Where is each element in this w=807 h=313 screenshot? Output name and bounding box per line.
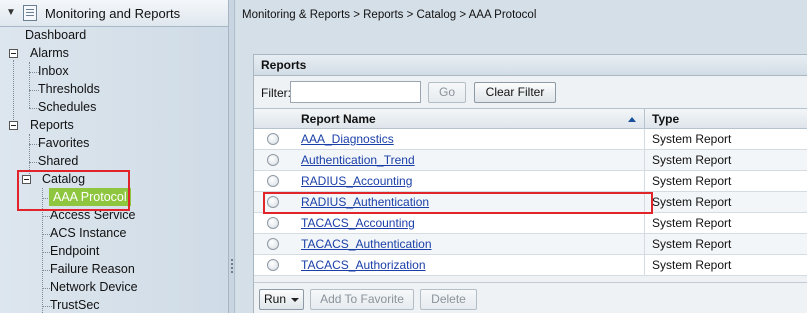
catalog-highlight-box — [17, 170, 130, 211]
row-radio[interactable] — [267, 238, 279, 250]
column-divider — [644, 234, 645, 254]
report-name-link[interactable]: RADIUS_Accounting — [301, 174, 412, 188]
row-radio[interactable] — [267, 175, 279, 187]
tree-line — [29, 62, 30, 108]
report-name-link[interactable]: AAA_Diagnostics — [301, 132, 394, 146]
collapse-triangle-icon[interactable]: ▼ — [6, 7, 16, 18]
column-divider — [644, 213, 645, 233]
run-label: Run — [263, 292, 286, 306]
tree-item-trustsec[interactable]: TrustSec — [50, 296, 100, 313]
splitter-grip-icon[interactable] — [231, 259, 233, 273]
column-divider — [644, 150, 645, 170]
tree-item-reports[interactable]: Reports — [30, 116, 74, 134]
delete-button[interactable]: Delete — [420, 289, 477, 310]
report-name-link[interactable]: TACACS_Authorization — [301, 258, 426, 272]
table-row[interactable]: TACACS_Authorization System Report — [254, 255, 807, 276]
table-row[interactable]: RADIUS_Accounting System Report — [254, 171, 807, 192]
report-type: System Report — [652, 195, 732, 209]
navigation-drawer: ▼ Monitoring and Reports Dashboard Alarm… — [0, 0, 229, 313]
sort-ascending-icon[interactable] — [628, 117, 636, 122]
row-highlight-box — [263, 192, 653, 214]
report-type: System Report — [652, 216, 732, 230]
tree-line — [13, 60, 14, 120]
row-radio[interactable] — [267, 217, 279, 229]
column-divider — [644, 129, 645, 149]
action-bar: Run Add To Favorite Delete — [254, 282, 807, 313]
panel-title: Reports — [254, 55, 807, 76]
main-content: Monitoring & Reports > Reports > Catalog… — [236, 0, 807, 313]
run-dropdown-button[interactable]: Run — [259, 289, 304, 310]
table-row[interactable]: TACACS_Authentication System Report — [254, 234, 807, 255]
report-name-link[interactable]: TACACS_Authentication — [301, 237, 432, 251]
report-type: System Report — [652, 174, 732, 188]
drawer-title: Monitoring and Reports — [45, 6, 181, 21]
tree-item-alarms[interactable]: Alarms — [30, 44, 69, 62]
tree-item-schedules[interactable]: Schedules — [38, 98, 96, 116]
dropdown-arrow-icon — [291, 297, 299, 302]
report-name-link[interactable]: Authentication_Trend — [301, 153, 415, 167]
column-divider[interactable] — [644, 109, 645, 129]
row-radio[interactable] — [267, 133, 279, 145]
column-header-type[interactable]: Type — [652, 112, 679, 126]
collapse-toggle-icon[interactable] — [9, 121, 18, 130]
column-divider — [644, 171, 645, 191]
tree-item-favorites[interactable]: Favorites — [38, 134, 89, 152]
filter-bar: Filter: Go Clear Filter — [254, 76, 807, 108]
tree-item-shared[interactable]: Shared — [38, 152, 78, 170]
add-to-favorite-button[interactable]: Add To Favorite — [310, 289, 414, 310]
report-type: System Report — [652, 153, 732, 167]
row-radio[interactable] — [267, 259, 279, 271]
collapse-toggle-icon[interactable] — [9, 49, 18, 58]
column-header-report-name[interactable]: Report Name — [301, 112, 376, 126]
report-document-icon — [23, 5, 37, 21]
table-row[interactable]: Authentication_Trend System Report — [254, 150, 807, 171]
column-divider — [644, 255, 645, 275]
breadcrumb: Monitoring & Reports > Reports > Catalog… — [242, 9, 537, 21]
pane-splitter[interactable] — [229, 0, 235, 313]
table-row[interactable]: AAA_Diagnostics System Report — [254, 129, 807, 150]
tree-item-inbox[interactable]: Inbox — [38, 62, 69, 80]
go-button[interactable]: Go — [428, 82, 466, 103]
filter-label: Filter: — [261, 86, 291, 100]
report-name-link[interactable]: TACACS_Accounting — [301, 216, 415, 230]
tree-item-acs-instance[interactable]: ACS Instance — [50, 224, 126, 242]
tree-item-thresholds[interactable]: Thresholds — [38, 80, 100, 98]
tree-item-endpoint[interactable]: Endpoint — [50, 242, 99, 260]
table-header: Report Name Type — [254, 108, 807, 129]
report-type: System Report — [652, 237, 732, 251]
reports-panel: Reports Filter: Go Clear Filter Report N… — [253, 54, 807, 313]
tree-item-network-device[interactable]: Network Device — [50, 278, 138, 296]
drawer-header[interactable]: ▼ Monitoring and Reports — [0, 0, 228, 27]
report-type: System Report — [652, 132, 732, 146]
row-radio[interactable] — [267, 154, 279, 166]
filter-input[interactable] — [290, 81, 421, 103]
table-row[interactable]: TACACS_Accounting System Report — [254, 213, 807, 234]
tree-item-dashboard[interactable]: Dashboard — [25, 26, 86, 44]
report-type: System Report — [652, 258, 732, 272]
clear-filter-button[interactable]: Clear Filter — [474, 82, 556, 103]
tree-item-failure-reason[interactable]: Failure Reason — [50, 260, 135, 278]
